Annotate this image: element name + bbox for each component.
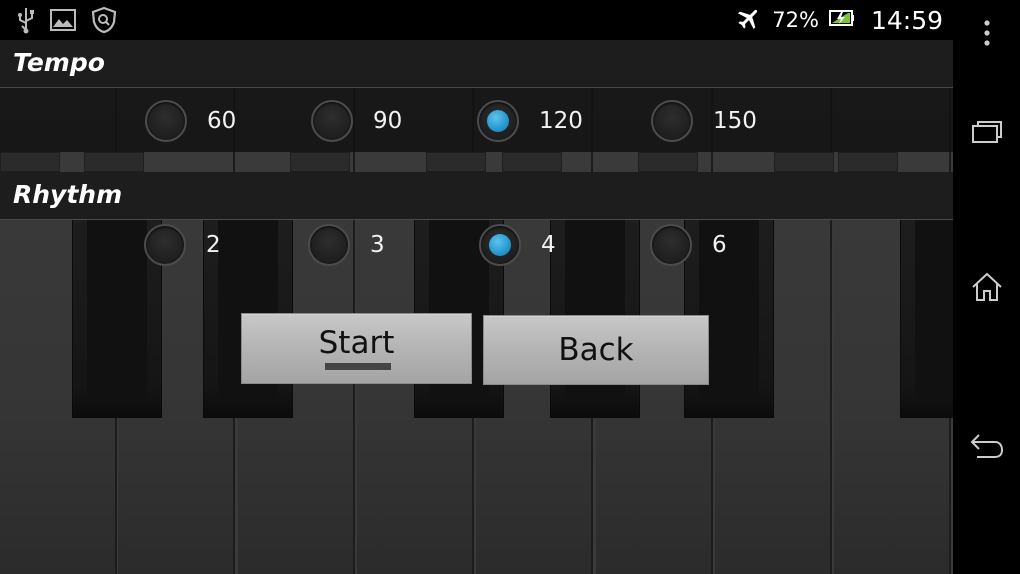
radio-button[interactable]: [145, 100, 187, 142]
tempo-radio-group: 60 90 120 150: [0, 100, 953, 160]
radio-label: 6: [712, 232, 727, 258]
status-bar: 72% 14:59: [0, 0, 953, 40]
radio-label: 90: [373, 108, 403, 134]
shield-search-icon: [90, 6, 118, 38]
recent-apps-icon[interactable]: [967, 112, 1007, 152]
radio-button[interactable]: [651, 100, 693, 142]
radio-button[interactable]: [311, 100, 353, 142]
back-button[interactable]: Back: [483, 315, 709, 385]
tempo-option-150[interactable]: 150: [651, 100, 757, 142]
image-icon: [50, 8, 76, 36]
tempo-header: Tempo: [0, 40, 953, 88]
radio-selected-dot: [487, 110, 509, 132]
main-content: Tempo 60 90 120 150 Rhythm 2 3 4 6 Start…: [0, 40, 953, 574]
back-button-label: Back: [558, 332, 634, 368]
radio-label: 60: [207, 108, 237, 134]
radio-label: 4: [541, 232, 556, 258]
start-button-indicator: [325, 363, 391, 370]
radio-label: 150: [713, 108, 757, 134]
home-icon[interactable]: [967, 267, 1007, 307]
clock: 14:59: [870, 5, 943, 35]
start-button[interactable]: Start: [241, 313, 472, 384]
rhythm-title: Rhythm: [13, 180, 123, 209]
tempo-title: Tempo: [13, 48, 105, 77]
radio-label: 2: [206, 232, 221, 258]
rhythm-header: Rhythm: [0, 172, 953, 220]
navigation-bar: [953, 0, 1020, 574]
rhythm-radio-group: 2 3 4 6: [0, 224, 953, 284]
radio-button-selected[interactable]: [479, 224, 521, 266]
radio-label: 120: [539, 108, 583, 134]
tempo-option-120[interactable]: 120: [477, 100, 583, 142]
tempo-option-90[interactable]: 90: [311, 100, 402, 142]
start-button-label: Start: [318, 324, 395, 361]
radio-selected-dot: [489, 234, 511, 256]
battery-percent: 72%: [772, 8, 819, 32]
rhythm-option-4[interactable]: 4: [479, 224, 556, 266]
rhythm-option-3[interactable]: 3: [308, 224, 385, 266]
back-icon[interactable]: [967, 426, 1007, 466]
radio-label: 3: [370, 232, 385, 258]
radio-button[interactable]: [650, 224, 692, 266]
rhythm-option-2[interactable]: 2: [144, 224, 221, 266]
radio-button[interactable]: [144, 224, 186, 266]
radio-button-selected[interactable]: [477, 100, 519, 142]
radio-button[interactable]: [308, 224, 350, 266]
airplane-icon: [736, 5, 762, 35]
tempo-option-60[interactable]: 60: [145, 100, 236, 142]
battery-charging-icon: [828, 8, 855, 32]
usb-icon: [16, 6, 36, 38]
overflow-menu-icon[interactable]: [967, 13, 1007, 53]
rhythm-option-6[interactable]: 6: [650, 224, 727, 266]
